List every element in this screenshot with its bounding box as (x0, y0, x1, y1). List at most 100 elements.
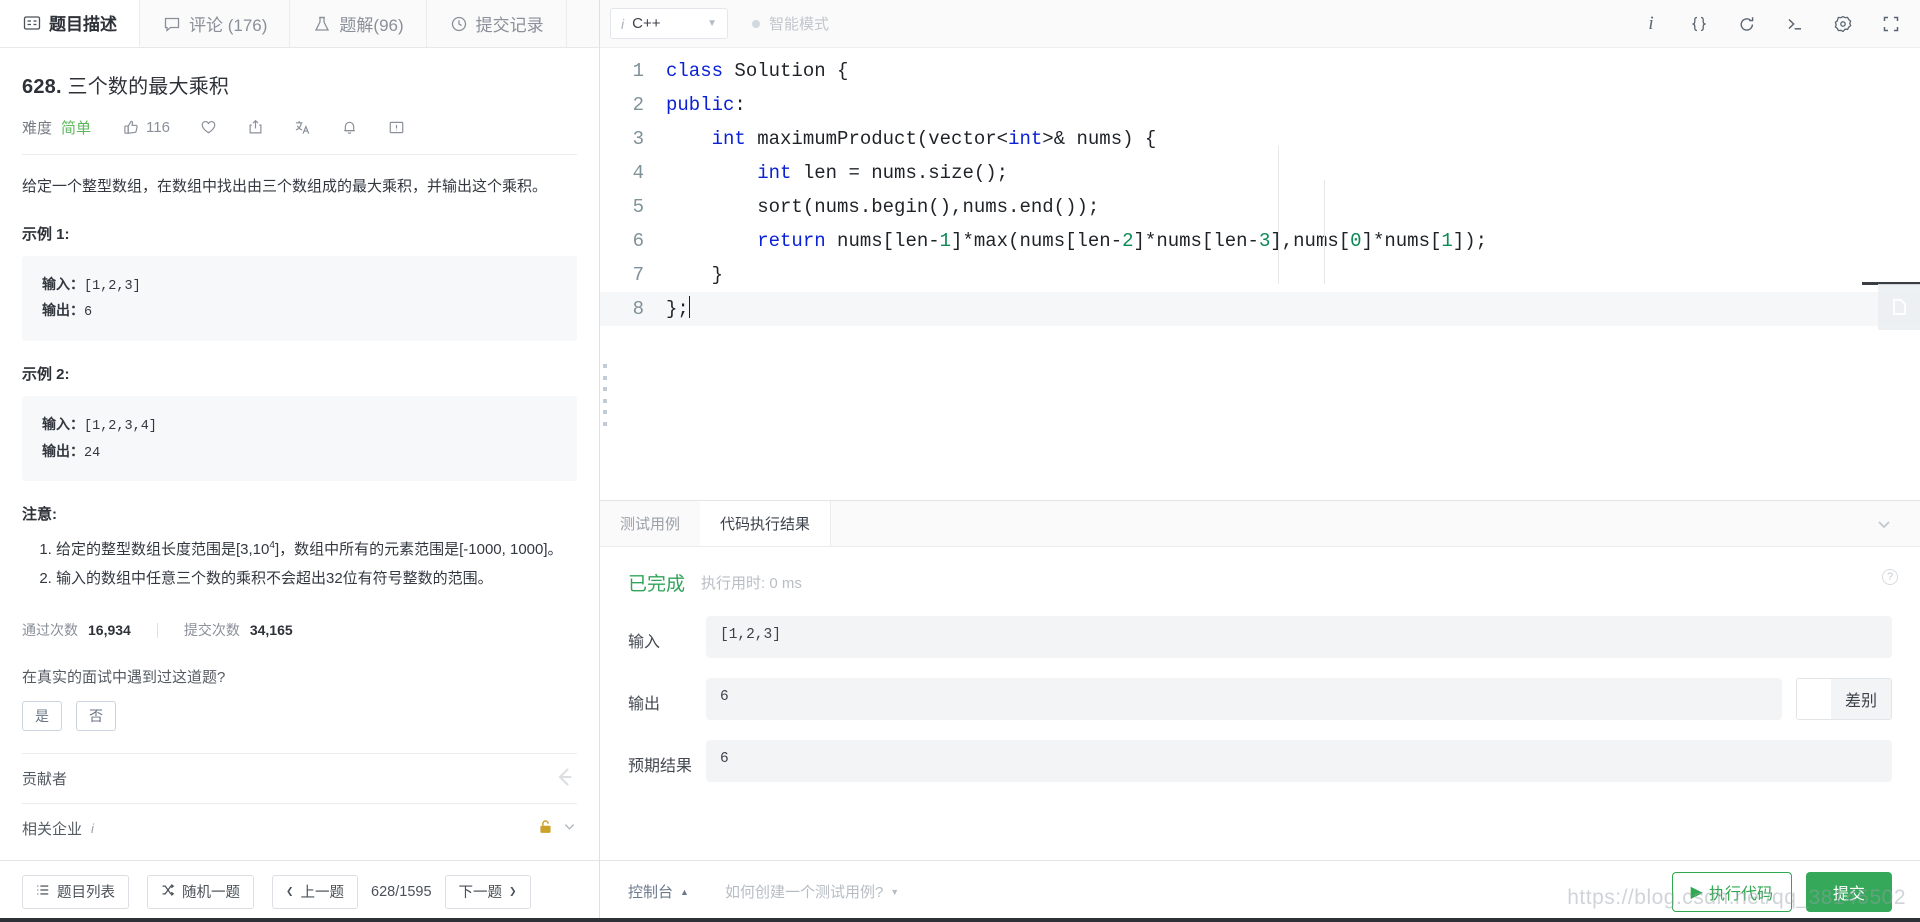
code-line: 7 } (600, 258, 1920, 292)
code-text: }; (666, 296, 690, 320)
code-line: 3 int maximumProduct(vector<int>& nums) … (600, 122, 1920, 156)
results-body: ? 已完成 执行用时: 0 ms 输入 [1,2,3] 输出 6 差别 预期结果… (600, 547, 1920, 860)
terminal-icon[interactable] (1784, 13, 1806, 35)
list-icon (36, 883, 50, 901)
example2-output-value: 24 (84, 445, 101, 461)
page-indicator: 628/1595 (371, 883, 432, 900)
problem-description: 给定一个整型数组，在数组中找出由三个数组成的最大乘积，并输出这个乘积。 (22, 178, 548, 195)
submit-button[interactable]: 提交 (1805, 871, 1892, 912)
accepted-label: 通过次数 (22, 622, 78, 639)
editor-panel: i C++ ▼ 智能模式 i 1 class Solution {2 publ… (600, 0, 1920, 922)
diff-label[interactable]: 差别 (1830, 679, 1891, 719)
handle-dot (603, 421, 607, 426)
interview-question: 在真实的面试中遇到过这道题? (22, 669, 226, 687)
comment-icon (162, 14, 182, 34)
collapse-results-button[interactable] (1848, 501, 1920, 546)
prev-problem-button[interactable]: ❮ 上一题 (272, 874, 359, 909)
difficulty-label: 难度 (22, 120, 53, 137)
tab-submissions-label: 提交记录 (475, 16, 544, 35)
line-number: 5 (632, 196, 644, 218)
runtime-text: 执行用时: 0 ms (701, 575, 802, 592)
tab-solutions-label: 题解(96) (339, 16, 404, 35)
note-item: 输入的数组中任意三个数的乘积不会超出32位有符号整数的范围。 (56, 565, 577, 592)
handle-dot (603, 364, 607, 368)
random-problem-button[interactable]: 随机一题 (147, 874, 254, 909)
next-problem-button[interactable]: 下一题 ❯ (444, 874, 531, 909)
code-line: 4 int len = nums.size(); (600, 156, 1920, 190)
problem-tabs: 题目描述 评论 (176) 题解(96) 提交记录 (0, 0, 599, 48)
language-selector[interactable]: i C++ ▼ (610, 8, 728, 39)
interview-yes-button[interactable]: 是 (22, 701, 62, 732)
tab-execution-result[interactable]: 代码执行结果 (700, 501, 832, 546)
example2-heading: 示例 2: (22, 366, 70, 383)
example1-output-value: 6 (84, 305, 93, 321)
status-badge: 已完成 (628, 574, 686, 595)
contributor-row[interactable]: 贡献者 (22, 753, 577, 803)
chevron-down-icon[interactable] (562, 819, 577, 838)
notification-button[interactable] (341, 119, 358, 136)
code-text: sort(nums.begin(),nums.end()); (666, 196, 1100, 218)
run-code-button[interactable]: ▶ 执行代码 (1671, 871, 1792, 912)
company-row[interactable]: 相关企业 i (22, 803, 577, 853)
execution-status-row: 已完成 执行用时: 0 ms (628, 569, 1892, 596)
problem-pager: ❮ 上一题 628/1595 下一题 ❯ (272, 874, 531, 909)
next-problem-label: 下一题 (458, 885, 503, 901)
meta-divider (22, 154, 577, 155)
tab-comments-label: 评论 (176) (189, 16, 268, 35)
copy-overlay-icon[interactable] (1878, 284, 1920, 330)
input-label: 输入 (628, 634, 661, 651)
line-number: 2 (632, 94, 644, 116)
tab-comments[interactable]: 评论 (176) (140, 0, 291, 47)
reset-icon[interactable] (1736, 13, 1758, 35)
problem-navigation-bar: 题目列表 随机一题 ❮ 上一题 628/1595 下一题 ❯ (0, 860, 599, 922)
interview-no-button[interactable]: 否 (76, 701, 116, 732)
tab-description[interactable]: 题目描述 (0, 0, 140, 47)
input-value: [1,2,3] (706, 616, 1892, 658)
problem-list-button[interactable]: 题目列表 (22, 874, 129, 909)
settings-gear-icon[interactable] (1832, 13, 1854, 35)
notes-list: 给定的整型数组长度范围是[3,104]，数组中所有的元素范围是[-1000, 1… (22, 536, 577, 592)
help-icon[interactable]: ? (1882, 569, 1898, 585)
panel-resize-handle[interactable] (600, 360, 610, 430)
line-number: 1 (632, 60, 644, 82)
problem-number: 628. (22, 76, 62, 98)
code-editor[interactable]: 1 class Solution {2 public: 3 int maximumPr… (600, 48, 1920, 500)
share-button[interactable] (247, 119, 264, 136)
translate-button[interactable] (294, 119, 311, 136)
code-line: 2 public: (600, 88, 1920, 122)
smart-mode-toggle[interactable]: 智能模式 (752, 13, 829, 34)
clock-icon (449, 14, 469, 34)
difficulty-badge: 简单 (61, 120, 92, 137)
example2-block: 输入：[1,2,3,4] 输出：24 (22, 396, 577, 482)
fullscreen-icon[interactable] (1880, 13, 1902, 35)
problem-meta: 难度 简单 116 (22, 117, 577, 138)
editor-tool-icons: i (1640, 13, 1902, 35)
diff-toggle[interactable]: 差别 (1795, 678, 1892, 720)
flask-icon (312, 14, 332, 34)
like-button[interactable]: 116 (123, 119, 170, 136)
note-item: 给定的整型数组长度范围是[3,104]，数组中所有的元素范围是[-1000, 1… (56, 536, 577, 563)
tab-submissions[interactable]: 提交记录 (427, 0, 567, 47)
example1-block: 输入：[1,2,3] 输出：6 (22, 255, 577, 341)
tab-solutions[interactable]: 题解(96) (290, 0, 427, 47)
report-button[interactable] (388, 119, 405, 136)
stats-divider (156, 622, 158, 638)
code-lines-container: 1 class Solution {2 public: 3 int maximumPr… (600, 54, 1920, 326)
diff-switch-knob[interactable] (1796, 679, 1831, 719)
how-to-testcase-link[interactable]: 如何创建一个测试用例? ▼ (725, 881, 899, 902)
info-icon[interactable]: i (91, 821, 94, 836)
info-icon[interactable]: i (1640, 13, 1662, 35)
language-value: C++ (632, 15, 661, 32)
console-toggle[interactable]: 控制台 ▲ (628, 881, 689, 902)
code-text: public: (666, 94, 746, 116)
favorite-button[interactable] (200, 119, 217, 136)
code-text: return nums[len-1]*max(nums[len-2]*nums[… (757, 230, 1488, 252)
output-row: 输出 6 差别 (628, 678, 1892, 720)
chevron-down-icon: ▼ (890, 886, 900, 897)
example1-input-value: [1,2,3] (84, 278, 141, 294)
accepted-value: 16,934 (88, 622, 131, 639)
handle-dot (603, 387, 607, 392)
tab-testcase[interactable]: 测试用例 (600, 501, 700, 546)
results-panel: 测试用例 代码执行结果 ? 已完成 执行用时: 0 ms 输入 [1,2,3] (600, 500, 1920, 860)
braces-icon[interactable] (1688, 13, 1710, 35)
